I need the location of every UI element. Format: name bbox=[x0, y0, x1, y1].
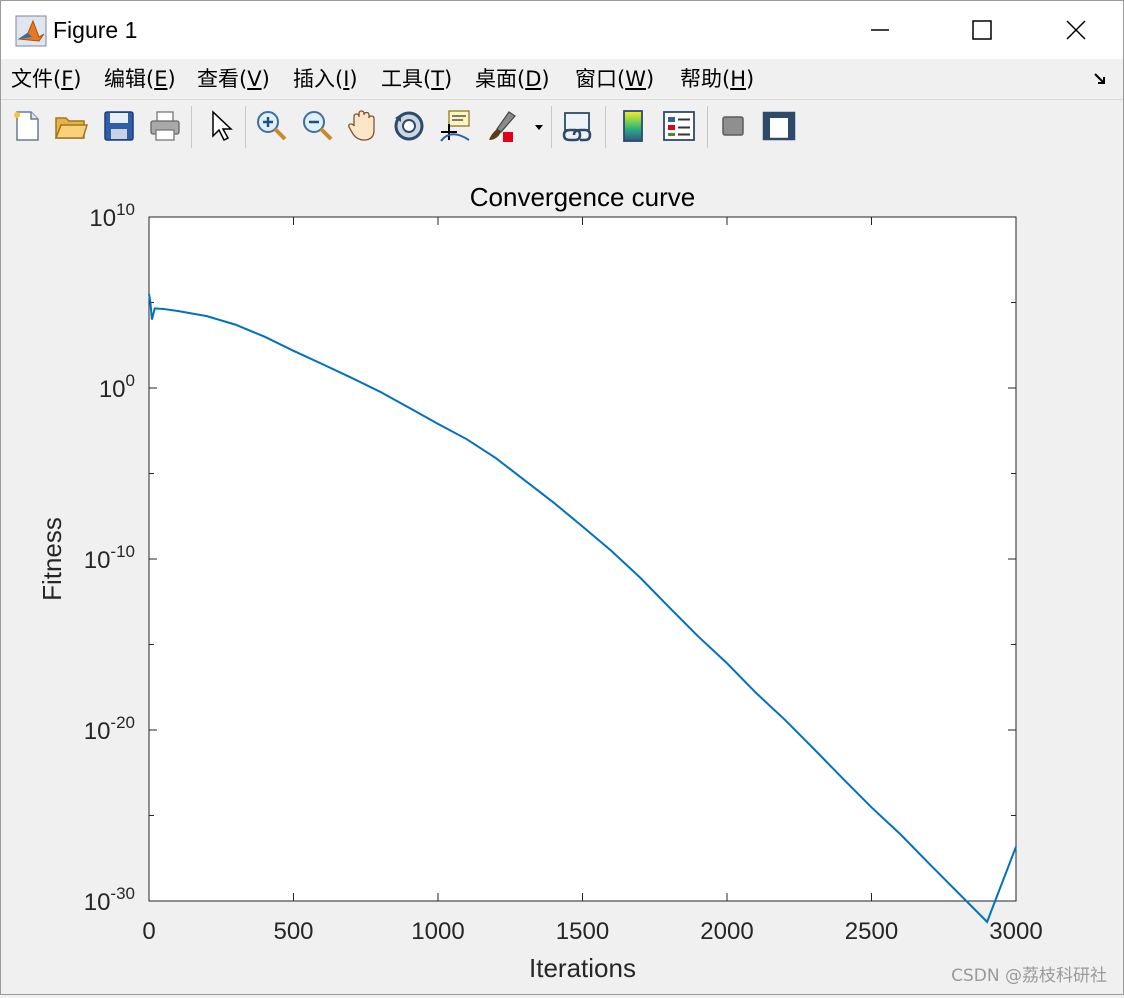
x-tick-label: 1000 bbox=[411, 918, 464, 945]
y-tick-label: 10-30 bbox=[84, 884, 135, 916]
maximize-icon bbox=[972, 20, 992, 40]
menu-label: 查看( bbox=[197, 67, 248, 91]
menu-view[interactable]: 查看(V) bbox=[197, 65, 270, 93]
y-tick-label: 10-10 bbox=[84, 542, 135, 574]
figure-window: Figure 1 文件(F) 编辑(E) 查看(V) 插入(I) 工具(T) 桌… bbox=[0, 0, 1124, 995]
menu-bar: 文件(F) 编辑(E) 查看(V) 插入(I) 工具(T) 桌面(D) 窗口(W… bbox=[1, 59, 1123, 99]
minimize-icon bbox=[871, 29, 889, 31]
menu-label-end: ) bbox=[444, 67, 453, 91]
menu-label-end: ) bbox=[746, 67, 755, 91]
link-plot-icon[interactable] bbox=[559, 108, 595, 144]
y-tick-exponent: -20 bbox=[110, 713, 135, 732]
toolbar-separator bbox=[605, 106, 606, 148]
menu-label: 插入( bbox=[293, 67, 344, 91]
new-figure-icon[interactable] bbox=[9, 108, 45, 144]
menu-insert[interactable]: 插入(I) bbox=[293, 65, 358, 93]
dock-arrow-icon[interactable] bbox=[1093, 71, 1109, 87]
menu-label: 窗口( bbox=[575, 67, 626, 91]
y-tick-base: 10 bbox=[84, 718, 111, 745]
y-tick-base: 10 bbox=[84, 889, 111, 916]
x-tick-label: 2000 bbox=[700, 918, 753, 945]
title-bar[interactable]: Figure 1 bbox=[1, 1, 1123, 59]
figure-canvas[interactable]: Convergence curve Iterations Fitness 0 50… bbox=[1, 153, 1123, 994]
y-tick-base: 10 bbox=[89, 205, 116, 232]
toolbar-separator bbox=[245, 106, 246, 148]
x-tick-label: 2500 bbox=[845, 918, 898, 945]
y-tick-label: 100 bbox=[99, 371, 135, 403]
maximize-button[interactable] bbox=[959, 11, 1005, 49]
legend-icon[interactable] bbox=[661, 108, 697, 144]
close-button[interactable] bbox=[1053, 11, 1099, 49]
x-tick-label: 1500 bbox=[556, 918, 609, 945]
menu-label-end: ) bbox=[541, 67, 550, 91]
x-tick-label: 500 bbox=[273, 918, 313, 945]
menu-label: 帮助( bbox=[680, 67, 731, 91]
menu-label-end: ) bbox=[261, 67, 270, 91]
menu-label-end: ) bbox=[349, 67, 358, 91]
toolbar bbox=[1, 99, 1123, 155]
menu-edit[interactable]: 编辑(E) bbox=[104, 65, 176, 93]
menu-window[interactable]: 窗口(W) bbox=[575, 65, 654, 93]
data-cursor-icon[interactable] bbox=[437, 108, 473, 144]
axes-area bbox=[148, 216, 1017, 902]
menu-accelerator: H bbox=[730, 67, 746, 91]
zoom-out-icon[interactable] bbox=[299, 108, 335, 144]
x-tick-label: 0 bbox=[142, 918, 155, 945]
print-icon[interactable] bbox=[147, 108, 183, 144]
menu-desktop[interactable]: 桌面(D) bbox=[475, 65, 550, 93]
chevron-down-icon[interactable] bbox=[533, 122, 545, 132]
close-icon bbox=[1066, 20, 1086, 40]
y-tick-base: 10 bbox=[99, 376, 126, 403]
rotate-3d-icon[interactable] bbox=[391, 108, 427, 144]
chart-title: Convergence curve bbox=[470, 182, 695, 212]
y-tick-exponent: -10 bbox=[110, 542, 135, 561]
hide-plot-tools-icon[interactable] bbox=[715, 108, 751, 144]
y-tick-exponent: 10 bbox=[116, 200, 135, 219]
y-tick-exponent: 0 bbox=[126, 371, 135, 390]
convergence-chart[interactable]: Convergence curve Iterations Fitness 0 50… bbox=[1, 153, 1123, 994]
zoom-in-icon[interactable] bbox=[253, 108, 289, 144]
watermark-text: CSDN @荔枝科研社 bbox=[951, 966, 1107, 986]
toolbar-separator bbox=[551, 106, 552, 148]
menu-label: 工具( bbox=[381, 67, 432, 91]
menu-accelerator: W bbox=[625, 67, 646, 91]
select-arrow-icon[interactable] bbox=[203, 108, 239, 144]
menu-accelerator: V bbox=[247, 67, 262, 91]
menu-help[interactable]: 帮助(H) bbox=[680, 65, 754, 93]
menu-tools[interactable]: 工具(T) bbox=[381, 65, 452, 93]
y-tick-exponent: -30 bbox=[110, 884, 135, 903]
save-icon[interactable] bbox=[101, 108, 137, 144]
menu-label-end: ) bbox=[73, 67, 82, 91]
x-tick-label: 3000 bbox=[989, 918, 1042, 945]
minimize-button[interactable] bbox=[857, 11, 903, 49]
window-title: Figure 1 bbox=[53, 17, 138, 43]
y-tick-label: 1010 bbox=[89, 200, 135, 232]
menu-label-end: ) bbox=[645, 67, 655, 91]
matlab-icon bbox=[15, 15, 47, 47]
toolbar-separator bbox=[191, 106, 192, 148]
show-plot-tools-icon[interactable] bbox=[761, 108, 797, 144]
toolbar-separator bbox=[707, 106, 708, 148]
menu-label: 桌面( bbox=[475, 67, 526, 91]
pan-hand-icon[interactable] bbox=[345, 108, 381, 144]
y-tick-base: 10 bbox=[84, 547, 111, 574]
y-axis-label: Fitness bbox=[37, 517, 67, 601]
menu-label-end: ) bbox=[167, 67, 176, 91]
x-axis-label: Iterations bbox=[529, 953, 636, 983]
menu-accelerator: F bbox=[61, 67, 74, 91]
brush-icon[interactable] bbox=[485, 108, 521, 144]
menu-accelerator: D bbox=[525, 67, 542, 91]
menu-label: 编辑( bbox=[104, 67, 155, 91]
menu-label: 文件( bbox=[11, 67, 62, 91]
menu-accelerator: T bbox=[431, 67, 445, 91]
menu-file[interactable]: 文件(F) bbox=[11, 65, 82, 93]
open-file-icon[interactable] bbox=[53, 108, 89, 144]
y-tick-label: 10-20 bbox=[84, 713, 135, 745]
menu-accelerator: E bbox=[154, 67, 168, 91]
colorbar-icon[interactable] bbox=[615, 108, 651, 144]
